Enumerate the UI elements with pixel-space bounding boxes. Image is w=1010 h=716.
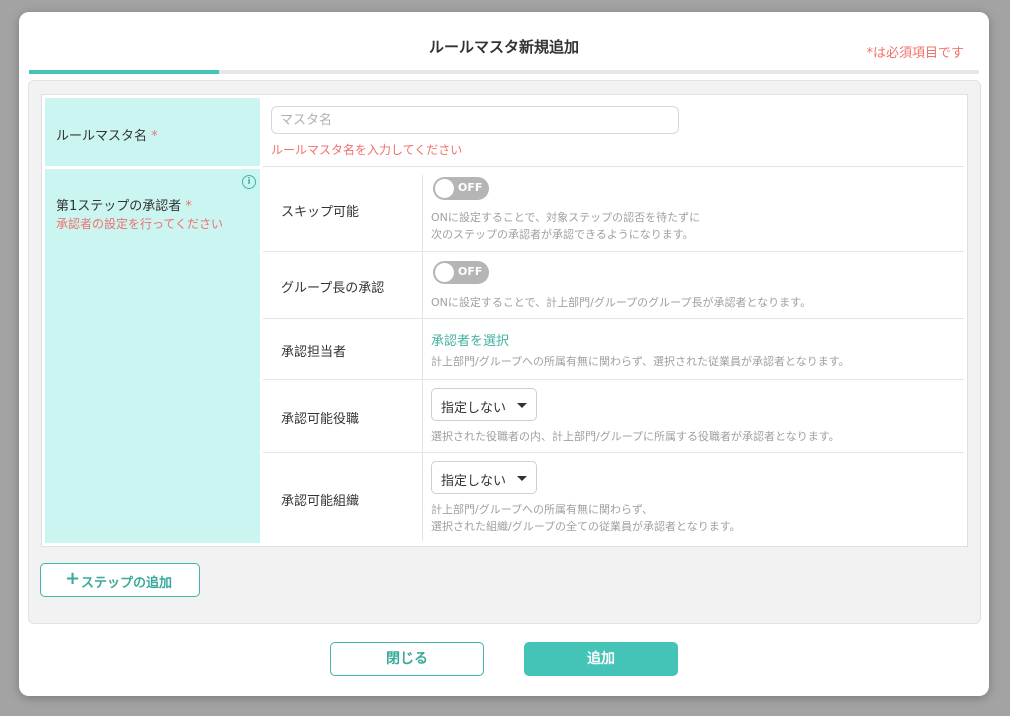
toggle-knob	[435, 179, 454, 198]
master-name-label-cell: ルールマスタ名 *	[45, 98, 260, 166]
group-leader-toggle[interactable]: OFF	[433, 261, 489, 284]
add-step-button[interactable]: + ステップの追加	[40, 563, 200, 597]
modal-title: ルールマスタ新規追加	[428, 38, 579, 56]
add-step-label: ステップの追加	[81, 576, 173, 591]
master-name-input[interactable]	[271, 106, 679, 134]
master-name-label: ルールマスタ名 *	[56, 129, 158, 144]
tab-bar-active-indicator	[29, 70, 219, 74]
row-divider	[263, 379, 964, 380]
toggle-state: OFF	[458, 181, 483, 194]
position-label: 承認可能役職	[281, 412, 360, 427]
rule-master-modal: ルールマスタ新規追加 *は必須項目です ルールマスタ名 * ルールマスタ名を入力…	[19, 12, 989, 696]
skip-label: スキップ可能	[281, 205, 360, 220]
required-mark: *	[151, 129, 158, 144]
plus-icon: +	[65, 568, 81, 589]
close-button[interactable]: 閉じる	[330, 642, 484, 676]
column-divider	[422, 175, 423, 541]
required-mark: *	[185, 199, 192, 214]
toggle-knob	[435, 263, 454, 282]
skip-toggle[interactable]: OFF	[433, 177, 489, 200]
step1-label-cell: 第1ステップの承認者 * 承認者の設定を行ってください i	[45, 169, 260, 543]
form-table: ルールマスタ名 * ルールマスタ名を入力してください 第1ステップの承認者 * …	[41, 94, 968, 547]
position-description: 選択された役職者の内、計上部門/グループに所属する役職者が承認者となります。	[431, 430, 840, 443]
master-name-error: ルールマスタ名を入力してください	[271, 143, 463, 157]
row-divider	[263, 318, 964, 319]
skip-description: ONに設定することで、対象ステップの認否を待たずに 次のステップの承認者が承認で…	[431, 211, 701, 241]
assignee-label: 承認担当者	[281, 345, 347, 360]
row-divider	[263, 452, 964, 453]
position-select-value: 指定しない	[441, 401, 507, 416]
org-description: 計上部門/グループへの所属有無に関わらず、 選択された組織/グループの全ての従業…	[431, 503, 741, 533]
row-divider	[263, 166, 964, 167]
assignee-description: 計上部門/グループへの所属有無に関わらず、選択された従業員が承認者となります。	[431, 355, 850, 368]
group-leader-label: グループ長の承認	[281, 281, 385, 296]
info-icon[interactable]: i	[242, 175, 256, 189]
group-leader-description: ONに設定することで、計上部門/グループのグループ長が承認者となります。	[431, 296, 812, 309]
org-select-value: 指定しない	[441, 474, 507, 489]
org-select[interactable]: 指定しない	[431, 461, 537, 494]
select-approver-link[interactable]: 承認者を選択	[431, 330, 509, 349]
caret-down-icon	[517, 476, 527, 481]
add-button[interactable]: 追加	[524, 642, 678, 676]
form-content: ルールマスタ名 * ルールマスタ名を入力してください 第1ステップの承認者 * …	[28, 80, 981, 624]
position-select[interactable]: 指定しない	[431, 388, 537, 421]
step1-label: 第1ステップの承認者 *	[56, 199, 192, 214]
required-note: *は必須項目です	[866, 46, 964, 61]
row-divider	[263, 251, 964, 252]
tab-bar	[29, 70, 979, 74]
org-label: 承認可能組織	[281, 494, 360, 509]
caret-down-icon	[517, 403, 527, 408]
step1-error: 承認者の設定を行ってください	[56, 217, 224, 231]
toggle-state: OFF	[458, 265, 483, 278]
